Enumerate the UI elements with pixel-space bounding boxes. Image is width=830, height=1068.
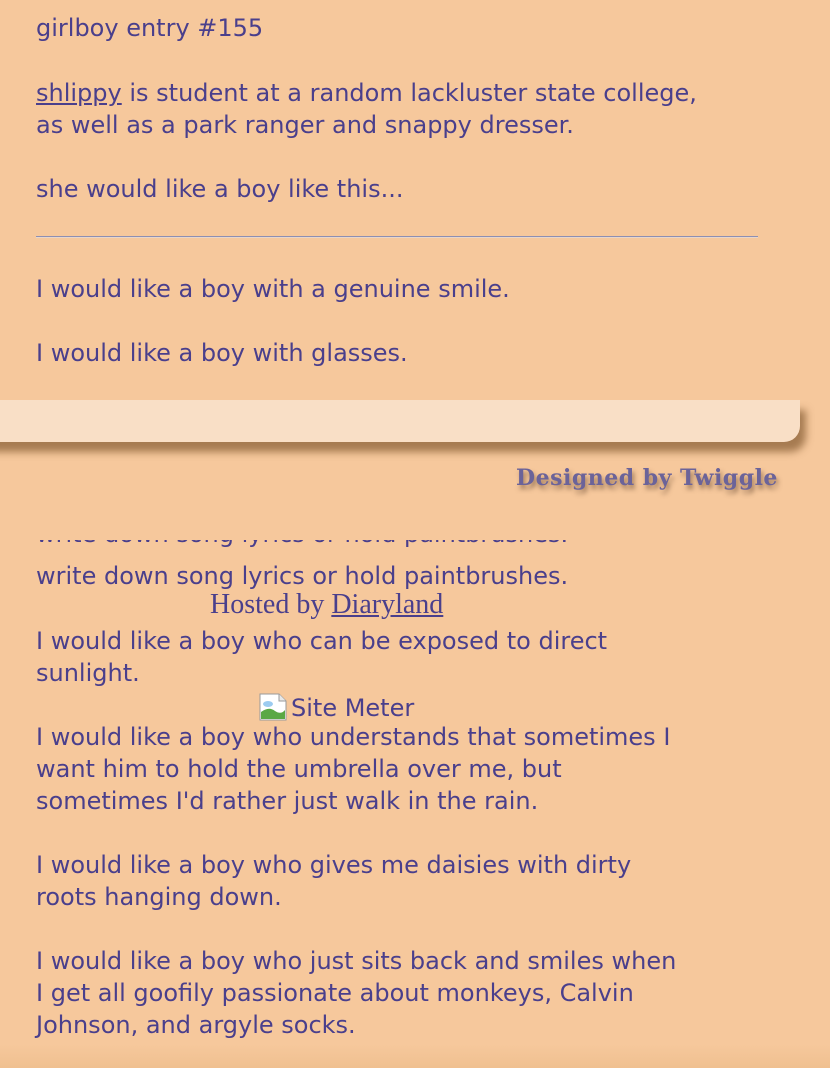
wish-text: I would like a boy who gives me daisies … xyxy=(36,851,632,879)
entry-header-panel: girlboy entry #155 shlippy is student at… xyxy=(0,0,830,400)
hosted-by-label: Hosted by xyxy=(210,589,332,620)
wish-text: sometimes I'd rather just walk in the ra… xyxy=(36,787,539,815)
intro-text: she would like a boy like this... xyxy=(36,175,404,203)
wish-text: I would like a boy with glasses. xyxy=(36,339,408,367)
intro-text: is student at a random lackluster state … xyxy=(121,79,697,107)
wish-text: sunlight. xyxy=(36,659,140,687)
wish-text: I would like a boy who just sits back an… xyxy=(36,947,677,975)
wish-text: Johnson, and argyle socks. xyxy=(36,1011,356,1039)
bottom-fade xyxy=(0,1044,830,1068)
intro-line: shlippy is student at a random lackluste… xyxy=(36,77,697,109)
wish-text: I would like a boy who can be exposed to… xyxy=(36,627,608,655)
diary-page: write down song lyrics or hold paintbrus… xyxy=(0,0,830,1068)
author-link[interactable]: shlippy xyxy=(36,79,122,107)
horizontal-divider xyxy=(36,236,758,238)
wish-text: I would like a boy who understands that … xyxy=(36,723,671,751)
site-meter[interactable]: Site Meter xyxy=(259,692,414,724)
panel-bottom-edge xyxy=(0,400,800,442)
wish-text: I get all goofily passionate about monke… xyxy=(36,979,634,1007)
wish-text: roots hanging down. xyxy=(36,883,282,911)
hidden-line-remnant: write down song lyrics or hold paintbrus… xyxy=(36,540,676,550)
hosted-by: Hosted by Diaryland xyxy=(210,588,443,622)
partially-hidden-text-line: write down song lyrics or hold paintbrus… xyxy=(36,540,676,552)
entry-title: girlboy entry #155 xyxy=(36,14,264,42)
site-meter-alt-text: Site Meter xyxy=(291,694,415,722)
broken-image-icon xyxy=(259,693,289,721)
designed-by-credit: Designed by Twiggle xyxy=(516,465,778,491)
diaryland-link[interactable]: Diaryland xyxy=(331,589,443,620)
wish-text: I would like a boy with a genuine smile. xyxy=(36,275,510,303)
wish-text: want him to hold the umbrella over me, b… xyxy=(36,755,562,783)
intro-text: as well as a park ranger and snappy dres… xyxy=(36,111,574,139)
